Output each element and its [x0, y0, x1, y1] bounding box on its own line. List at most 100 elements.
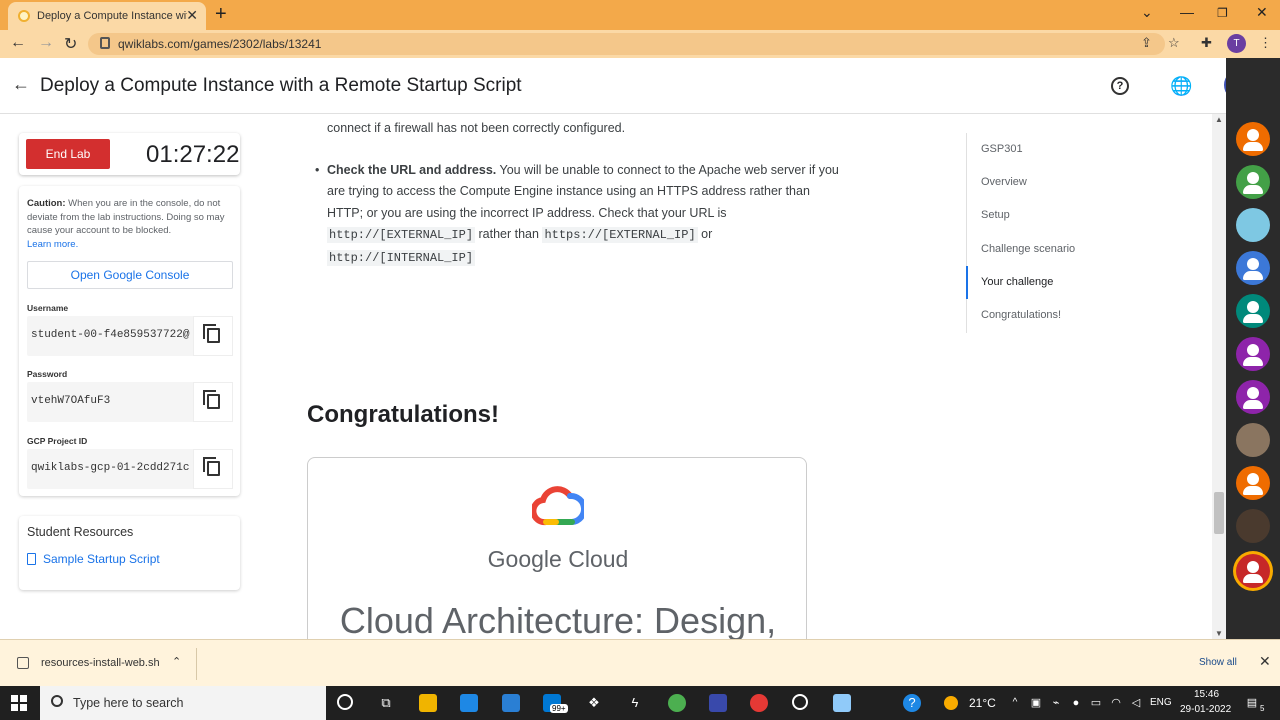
- bullet-text: rather than: [475, 227, 543, 241]
- qwiklabs-favicon-icon: [18, 10, 30, 22]
- participant-avatar[interactable]: [1236, 337, 1270, 371]
- scrollbar-thumb[interactable]: [1214, 492, 1224, 534]
- share-icon[interactable]: ⇪: [1141, 35, 1152, 51]
- back-icon[interactable]: ←: [10, 34, 26, 52]
- windows-taskbar: Type here to search ⧉ 99+ ❖ ϟ ? 21°C ^ ▣…: [0, 686, 1280, 720]
- tray-app-icon[interactable]: ▣: [1027, 694, 1045, 712]
- file-explorer-icon[interactable]: [419, 694, 437, 712]
- cortana-icon[interactable]: [337, 694, 353, 710]
- participant-avatar[interactable]: [1236, 380, 1270, 414]
- battery-icon[interactable]: ▭: [1087, 694, 1105, 712]
- new-tab-icon[interactable]: +: [215, 3, 227, 26]
- extensions-puzzle-icon[interactable]: ✚: [1201, 35, 1212, 51]
- browser-profile-avatar[interactable]: T: [1227, 34, 1246, 53]
- participant-avatar[interactable]: [1236, 251, 1270, 285]
- obs-icon[interactable]: [792, 694, 808, 710]
- input-language[interactable]: ENG: [1150, 697, 1172, 708]
- toc-item-gsp301[interactable]: GSP301: [981, 143, 1023, 155]
- taskbar-search[interactable]: Type here to search: [40, 686, 326, 720]
- student-resources-card: Student Resources Sample Startup Script: [19, 516, 240, 590]
- code-external-ip: http://[EXTERNAL_IP]: [327, 227, 476, 243]
- language-globe-icon[interactable]: 🌐: [1170, 76, 1192, 97]
- password-value[interactable]: vtehW7OAfuF3: [31, 395, 193, 407]
- participant-photo[interactable]: [1236, 423, 1270, 457]
- participant-avatar[interactable]: [1236, 294, 1270, 328]
- participant-avatar-active[interactable]: [1236, 554, 1270, 588]
- participant-avatar[interactable]: [1236, 466, 1270, 500]
- tray-chevron-icon[interactable]: ^: [1006, 694, 1024, 712]
- address-bar[interactable]: qwiklabs.com/games/2302/labs/13241: [88, 33, 1165, 55]
- divider: [196, 648, 197, 680]
- notifications-icon[interactable]: ▤: [1243, 694, 1261, 712]
- participant-avatar[interactable]: [1236, 165, 1270, 199]
- help-app-icon[interactable]: ?: [903, 694, 921, 712]
- close-tab-icon[interactable]: ✕: [186, 7, 198, 24]
- copy-project-id-button[interactable]: [193, 449, 233, 489]
- scroll-down-icon[interactable]: ▼: [1215, 629, 1223, 638]
- task-view-icon[interactable]: ⧉: [377, 694, 395, 712]
- show-all-downloads-link[interactable]: Show all: [1199, 657, 1237, 668]
- instruction-text: connect if a firewall has not been corre…: [327, 121, 626, 135]
- forward-icon[interactable]: →: [38, 34, 54, 52]
- sample-startup-script-link[interactable]: Sample Startup Script: [27, 552, 160, 566]
- username-label: Username: [27, 303, 69, 313]
- maximize-icon[interactable]: ❐: [1217, 6, 1228, 20]
- microphone-icon[interactable]: ●: [1067, 694, 1085, 712]
- toc-item-setup[interactable]: Setup: [981, 209, 1010, 221]
- microsoft-store-icon[interactable]: [460, 694, 478, 712]
- help-icon[interactable]: ?: [1111, 77, 1129, 95]
- project-id-field[interactable]: qwiklabs-gcp-01-2cdd271c: [27, 449, 233, 489]
- participant-photo[interactable]: [1236, 509, 1270, 543]
- copy-password-button[interactable]: [193, 382, 233, 422]
- resource-link-label: Sample Startup Script: [43, 552, 160, 566]
- volume-icon[interactable]: ◁: [1127, 694, 1145, 712]
- project-id-value[interactable]: qwiklabs-gcp-01-2cdd271c: [31, 462, 193, 474]
- credentials-card: Caution: When you are in the console, do…: [19, 186, 240, 496]
- weather-temperature[interactable]: 21°C: [969, 696, 996, 710]
- bookmark-star-icon[interactable]: ☆: [1168, 35, 1180, 51]
- browser-tab-title: Deploy a Compute Instance with a: [37, 10, 187, 22]
- app-lightning-icon[interactable]: ϟ: [626, 694, 644, 712]
- chrome-icon[interactable]: [668, 694, 686, 712]
- participant-avatar[interactable]: [1236, 122, 1270, 156]
- page-scrollbar[interactable]: ▲ ▼: [1212, 114, 1226, 639]
- chevron-up-icon[interactable]: ⌃: [172, 655, 181, 668]
- tray-usb-icon[interactable]: ⌁: [1047, 694, 1065, 712]
- minimize-icon[interactable]: —: [1180, 4, 1194, 20]
- open-google-console-button[interactable]: Open Google Console: [27, 261, 233, 289]
- end-lab-button[interactable]: End Lab: [26, 139, 110, 169]
- completion-badge: Google Cloud Cloud Architecture: Design,: [307, 457, 807, 657]
- vscode-icon[interactable]: [502, 694, 520, 712]
- participant-photo[interactable]: [1236, 208, 1270, 242]
- toc-item-congratulations[interactable]: Congratulations!: [981, 309, 1061, 321]
- reload-icon[interactable]: ↻: [64, 34, 77, 54]
- browser-tab[interactable]: Deploy a Compute Instance with a ✕: [8, 2, 206, 30]
- scroll-up-icon[interactable]: ▲: [1215, 115, 1223, 124]
- password-field[interactable]: vtehW7OAfuF3: [27, 382, 233, 422]
- copy-username-button[interactable]: [193, 316, 233, 356]
- username-field[interactable]: student-00-f4e859537722@: [27, 316, 233, 356]
- chrome-menu-icon[interactable]: ⋮: [1259, 35, 1272, 51]
- toc-item-your-challenge[interactable]: Your challenge: [981, 276, 1053, 288]
- back-arrow-icon[interactable]: ←: [12, 74, 30, 95]
- chrome-profile-icon[interactable]: [750, 694, 768, 712]
- notification-count: 5: [1260, 704, 1265, 713]
- toc-item-overview[interactable]: Overview: [981, 176, 1027, 188]
- weather-sun-icon[interactable]: [944, 696, 958, 710]
- close-downloads-icon[interactable]: ✕: [1259, 653, 1271, 670]
- tab-search-chevron-icon[interactable]: ⌄: [1141, 4, 1153, 21]
- lab-timer: 01:27:22: [146, 141, 240, 168]
- downloaded-file[interactable]: resources-install-web.sh: [41, 657, 160, 669]
- learn-more-link[interactable]: Learn more.: [27, 239, 78, 250]
- clock-date[interactable]: 29-01-2022: [1180, 704, 1231, 715]
- username-value[interactable]: student-00-f4e859537722@: [31, 329, 193, 341]
- dev-app-icon[interactable]: [709, 694, 727, 712]
- notepad-icon[interactable]: [833, 694, 851, 712]
- wifi-icon[interactable]: ◠: [1107, 694, 1125, 712]
- toc-item-challenge-scenario[interactable]: Challenge scenario: [981, 243, 1075, 255]
- lab-instructions: connect if a firewall has not been corre…: [315, 98, 847, 269]
- windows-start-icon[interactable]: [11, 695, 27, 711]
- clock-time[interactable]: 15:46: [1194, 689, 1219, 700]
- close-window-icon[interactable]: ✕: [1256, 4, 1268, 21]
- dropbox-icon[interactable]: ❖: [585, 694, 603, 712]
